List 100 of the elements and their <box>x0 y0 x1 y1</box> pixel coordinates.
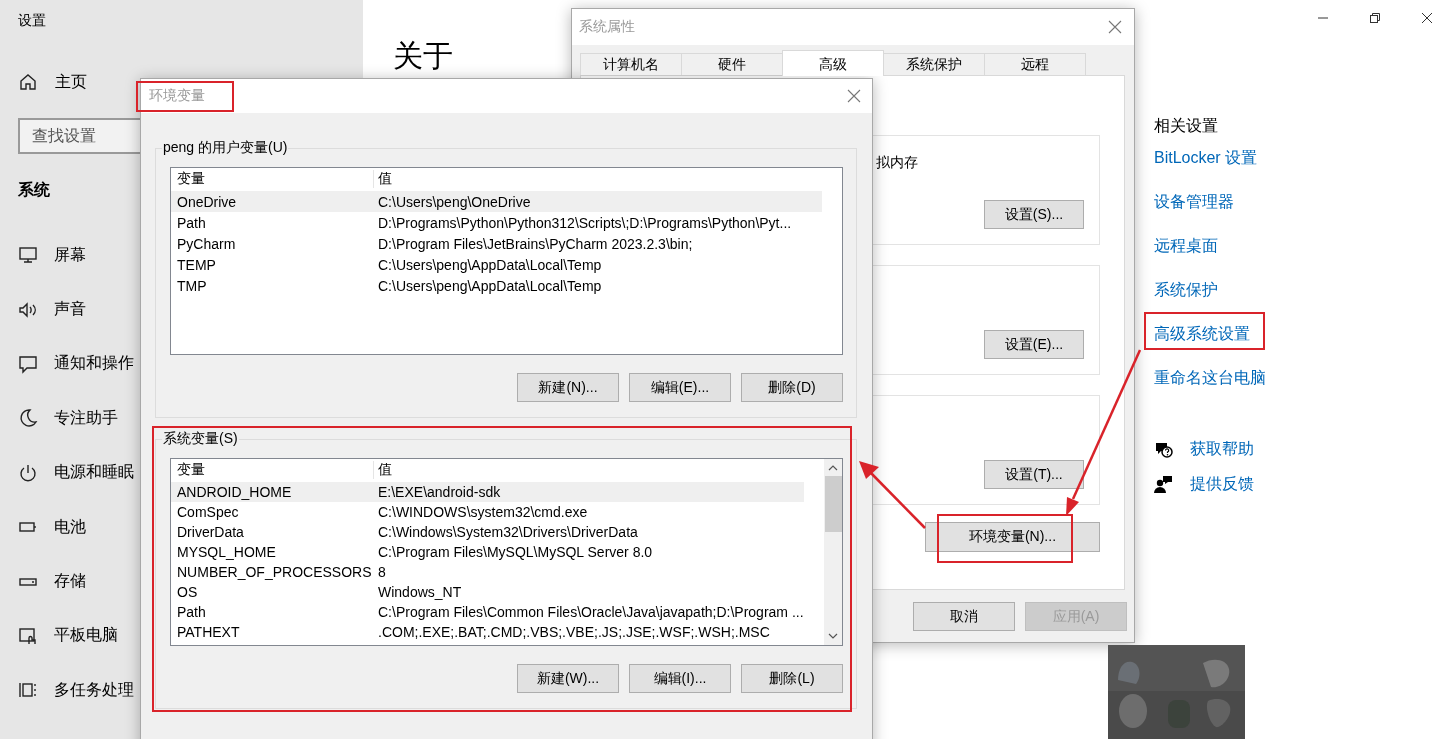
nav-item[interactable]: 存储 <box>54 571 86 593</box>
list-row[interactable]: Path C:\Program Files\Common Files\Oracle\Java\javapath;D:\Program ... <box>171 602 804 622</box>
help-chat-icon <box>1154 440 1173 459</box>
group-label: 系统变量(S) <box>162 430 239 448</box>
table-cell-text: .COM;.EXE;.BAT;.CMD;.VBS;.VBE;.JS;.JSE;.WSF;.WSH;.MSC <box>377 624 771 640</box>
table-cell-text: C:\Users\peng\AppData\Local\Temp <box>377 277 603 294</box>
link[interactable]: 获取帮助 <box>1190 439 1254 460</box>
table-cell-text: C:\Users\peng\AppData\Local\Temp <box>377 256 603 273</box>
list-row[interactable]: DriverData C:\Windows\System32\Drivers\DriverData <box>171 522 804 542</box>
table-cell-text: 8 <box>377 564 387 580</box>
link[interactable]: 提供反馈 <box>1190 474 1254 495</box>
table-cell-text: NUMBER_OF_PROCESSORS <box>176 564 373 580</box>
link[interactable]: 重命名这台电脑 <box>1154 367 1266 389</box>
table-cell-text: MYSQL_HOME <box>176 544 277 560</box>
list-row[interactable]: OneDrive C:\Users\peng\OneDrive <box>171 191 822 212</box>
group-label: peng 的用户变量(U) <box>162 139 289 157</box>
table-cell-text: C:\Program Files\Common Files\Oracle\Java\javapath;D:\Program ... <box>377 604 804 620</box>
table-cell-text: C:\WINDOWS\system32\cmd.exe <box>377 504 589 520</box>
tab[interactable]: 远程 <box>984 53 1086 75</box>
dialog-button[interactable]: 新建(N)... <box>517 373 619 402</box>
table-cell-text: C:\Windows\System32\Drivers\DriverData <box>377 524 639 540</box>
dialog-button[interactable]: 新建(W)... <box>517 664 619 693</box>
home-icon[interactable] <box>18 72 38 92</box>
dialog-button[interactable]: 删除(D) <box>741 373 843 402</box>
column-header: 值 <box>373 461 804 479</box>
dialog-button[interactable]: 删除(L) <box>741 664 843 693</box>
link[interactable]: BitLocker 设置 <box>1154 147 1258 169</box>
list-row[interactable]: Path D:\Programs\Python\Python312\Scripts\;D:\Programs\Python\Pyt... <box>171 212 822 233</box>
table-cell-text: ComSpec <box>176 504 240 520</box>
table-cell-text: OneDrive <box>176 193 238 210</box>
table-cell-text: TEMP <box>176 256 217 273</box>
list-row[interactable]: TEMP C:\Users\peng\AppData\Local\Temp <box>171 254 822 275</box>
dialog-button[interactable]: 编辑(E)... <box>629 373 731 402</box>
column-header: 值 <box>373 170 822 188</box>
nav-item[interactable]: 电池 <box>54 516 86 538</box>
table-cell-text: Windows_NT <box>377 584 463 600</box>
settings-button[interactable]: 设置(S)... <box>984 200 1084 229</box>
page-heading: 关于 <box>393 38 453 74</box>
settings-button[interactable]: 设置(T)... <box>984 460 1084 489</box>
table-cell-text: ANDROID_HOME <box>176 484 293 500</box>
moon-icon <box>18 408 38 429</box>
link[interactable]: 设备管理器 <box>1154 191 1234 213</box>
monitor-icon <box>18 245 38 266</box>
link[interactable]: 远程桌面 <box>1154 235 1218 257</box>
list-row[interactable]: MYSQL_HOME C:\Program Files\MySQL\MySQL Server 8.0 <box>171 542 804 562</box>
link[interactable]: 高级系统设置 <box>1154 323 1250 345</box>
table-cell-text: C:\Users\peng\OneDrive <box>377 193 532 210</box>
nav-item[interactable]: 专注助手 <box>54 407 118 429</box>
env-vars-button[interactable]: 环境变量(N)... <box>925 522 1100 552</box>
table-cell-text: DriverData <box>176 524 245 540</box>
list-row[interactable]: TMP C:\Users\peng\AppData\Local\Temp <box>171 275 822 296</box>
table-cell-text: OS <box>176 584 199 600</box>
tab[interactable]: 高级 <box>782 50 884 76</box>
scroll-up-icon[interactable] <box>828 464 838 472</box>
nav-item[interactable]: 通知和操作 <box>54 353 134 375</box>
tablet-icon <box>18 625 38 646</box>
section-title: 相关设置 <box>1154 116 1218 136</box>
window-title: 环境变量 <box>149 87 205 105</box>
table-cell-text: PyCharm <box>176 235 237 252</box>
list-row[interactable]: PATHEXT .COM;.EXE;.BAT;.CMD;.VBS;.VBE;.JS;.JSE;.WSF;.WSH;.MSC <box>171 622 804 642</box>
window-title: 系统属性 <box>579 18 635 36</box>
restore-icon[interactable] <box>1370 13 1380 23</box>
message-icon <box>18 353 38 374</box>
table-cell-text: TMP <box>176 277 208 294</box>
nav-item[interactable]: 平板电脑 <box>54 625 118 647</box>
speaker-icon <box>18 299 38 320</box>
table-cell-text: PATHEXT <box>176 624 241 640</box>
table-cell-text: E:\EXE\android-sdk <box>377 484 502 500</box>
table-cell-text: Path <box>176 214 207 231</box>
table-cell-text: C:\Program Files\MySQL\MySQL Server 8.0 <box>377 544 654 560</box>
table-cell-text: Path <box>176 604 207 620</box>
list-row[interactable]: PyCharm D:\Program Files\JetBrains\PyCharm 2023.2.3\bin; <box>171 233 822 254</box>
feedback-person-icon <box>1154 475 1173 494</box>
list-row[interactable]: NUMBER_OF_PROCESSORS 8 <box>171 562 804 582</box>
scrollbar-thumb[interactable] <box>824 476 842 532</box>
settings-button[interactable]: 设置(E)... <box>984 330 1084 359</box>
list-row[interactable]: ComSpec C:\WINDOWS\system32\cmd.exe <box>171 502 804 522</box>
tab[interactable]: 计算机名 <box>580 53 682 75</box>
column-header: 变量 <box>176 461 206 479</box>
nav-item[interactable]: 主页 <box>55 71 87 93</box>
group-text: 拟内存 <box>876 154 918 172</box>
app-title: 设置 <box>18 11 46 30</box>
dialog-button[interactable]: 编辑(I)... <box>629 664 731 693</box>
list-row[interactable]: ANDROID_HOME E:\EXE\android-sdk <box>171 482 804 502</box>
nav-item[interactable]: 电源和睡眠 <box>54 462 134 484</box>
section-title: 系统 <box>18 180 50 200</box>
power-icon <box>18 462 38 483</box>
nav-item[interactable]: 多任务处理 <box>54 679 134 701</box>
list-row[interactable]: OS Windows_NT <box>171 582 804 602</box>
scrollbar[interactable] <box>824 459 842 645</box>
table-cell-text: D:\Programs\Python\Python312\Scripts\;D:\Programs\Python\Pyt... <box>377 214 793 231</box>
table-cell-text: D:\Program Files\JetBrains\PyCharm 2023.2.3\bin; <box>377 235 694 252</box>
scroll-down-icon[interactable] <box>828 632 838 640</box>
link[interactable]: 系统保护 <box>1154 279 1218 301</box>
annotation-arrow <box>859 461 926 529</box>
column-header: 变量 <box>176 170 206 188</box>
close-icon[interactable] <box>1422 13 1432 23</box>
nav-item[interactable]: 屏幕 <box>54 244 86 266</box>
cancel-button[interactable]: 取消 <box>913 602 1015 631</box>
nav-item[interactable]: 声音 <box>54 299 86 321</box>
